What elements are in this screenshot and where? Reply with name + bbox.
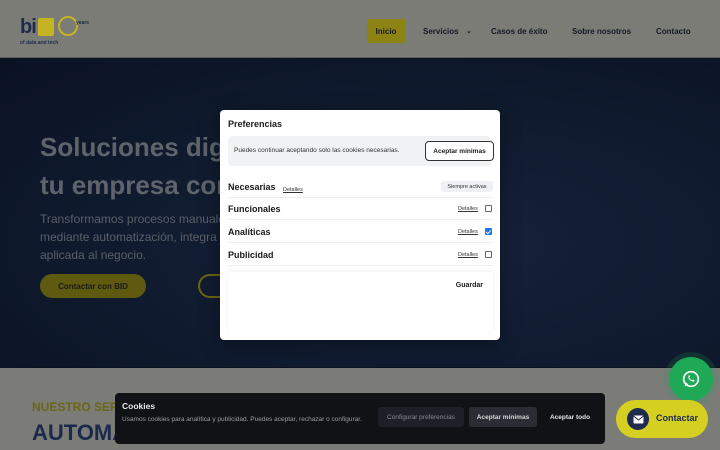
hero-subtitle-line-3: aplicada al negocio.: [40, 248, 147, 262]
nav-inicio[interactable]: Inicio: [367, 19, 405, 43]
mail-icon: [627, 408, 649, 430]
logo-years: years: [76, 20, 90, 26]
always-active-badge: Siempre activas: [441, 181, 493, 192]
configure-preferences-button[interactable]: Configurar preferencias: [378, 407, 464, 427]
category-label: Publicidad: [228, 250, 274, 260]
advertising-checkbox[interactable]: [485, 251, 492, 258]
category-label: Analíticas: [228, 227, 271, 237]
analytics-checkbox[interactable]: [485, 228, 492, 235]
minimal-notice: Puedes continuar aceptando solo las cook…: [228, 136, 494, 166]
details-link[interactable]: Detalles: [458, 206, 478, 212]
hero-subtitle-line-1: Transformamos procesos manuale: [40, 212, 225, 226]
contact-bid-button[interactable]: Contactar con BID: [40, 274, 146, 298]
whatsapp-button[interactable]: [669, 357, 713, 401]
bid-logo[interactable]: bi years of data and tech: [18, 14, 89, 50]
nav-sobre-nosotros[interactable]: Sobre nosotros: [572, 19, 631, 43]
floating-contact-label: Contactar: [656, 413, 699, 423]
cookie-banner-title: Cookies: [122, 401, 156, 411]
chevron-down-icon[interactable]: ⌄: [466, 19, 472, 43]
section-title: AUTOMA: [32, 420, 129, 445]
modal-title: Preferencias: [228, 119, 283, 129]
category-row-funcionales: Funcionales Detalles: [228, 198, 493, 220]
whatsapp-icon: [682, 370, 700, 388]
category-row-publicidad: Publicidad Detalles: [228, 244, 493, 266]
functional-checkbox[interactable]: [485, 205, 492, 212]
hero-subtitle-line-2: mediante automatización, integra: [40, 230, 217, 244]
cookie-preferences-modal: Preferencias Puedes continuar aceptando …: [220, 110, 500, 340]
accept-minimal-button[interactable]: Aceptar mínimas: [425, 141, 494, 161]
details-link[interactable]: Detalles: [458, 229, 478, 235]
nav-servicios[interactable]: Servicios: [423, 19, 459, 43]
hero-subtitle: Transformamos procesos manuale mediante …: [40, 210, 225, 264]
floating-contact-button[interactable]: Contactar: [616, 400, 708, 438]
modal-footer: Guardar: [228, 272, 493, 332]
category-row-necesarias: Necesarias Detalles Siempre activas: [228, 176, 493, 198]
site-header: bi years of data and tech Inicio Servici…: [0, 0, 720, 58]
accept-minimal-banner-button[interactable]: Aceptar mínimas: [469, 407, 537, 427]
category-label: Funcionales: [228, 204, 281, 214]
logo-text: bi: [20, 16, 37, 38]
hero-title: Soluciones digi tu empresa con: [40, 128, 232, 204]
details-link[interactable]: Detalles: [458, 252, 478, 258]
cookie-banner-text: Usamos cookies para analítica y publicid…: [122, 416, 362, 423]
notice-text: Puedes continuar aceptando solo las cook…: [234, 147, 400, 154]
category-label: Necesarias: [228, 182, 276, 192]
save-button[interactable]: Guardar: [456, 282, 483, 289]
section-kicker: NUESTRO SEF: [32, 400, 118, 414]
logo-tagline: of data and tech: [20, 40, 59, 46]
cookie-banner: Cookies Usamos cookies para analítica y …: [115, 393, 605, 444]
hero-title-line-2: tu empresa con: [40, 170, 233, 200]
category-row-analiticas: Analíticas Detalles: [228, 221, 493, 243]
nav-casos-de-exito[interactable]: Casos de éxito: [491, 19, 547, 43]
nav-contacto[interactable]: Contacto: [656, 19, 691, 43]
logo-d-mark: [38, 18, 54, 36]
hero-title-line-1: Soluciones digi: [40, 132, 233, 162]
logo-ring-mark: [58, 16, 78, 36]
accept-all-button[interactable]: Aceptar todo: [541, 407, 599, 427]
details-link[interactable]: Detalles: [283, 187, 303, 193]
